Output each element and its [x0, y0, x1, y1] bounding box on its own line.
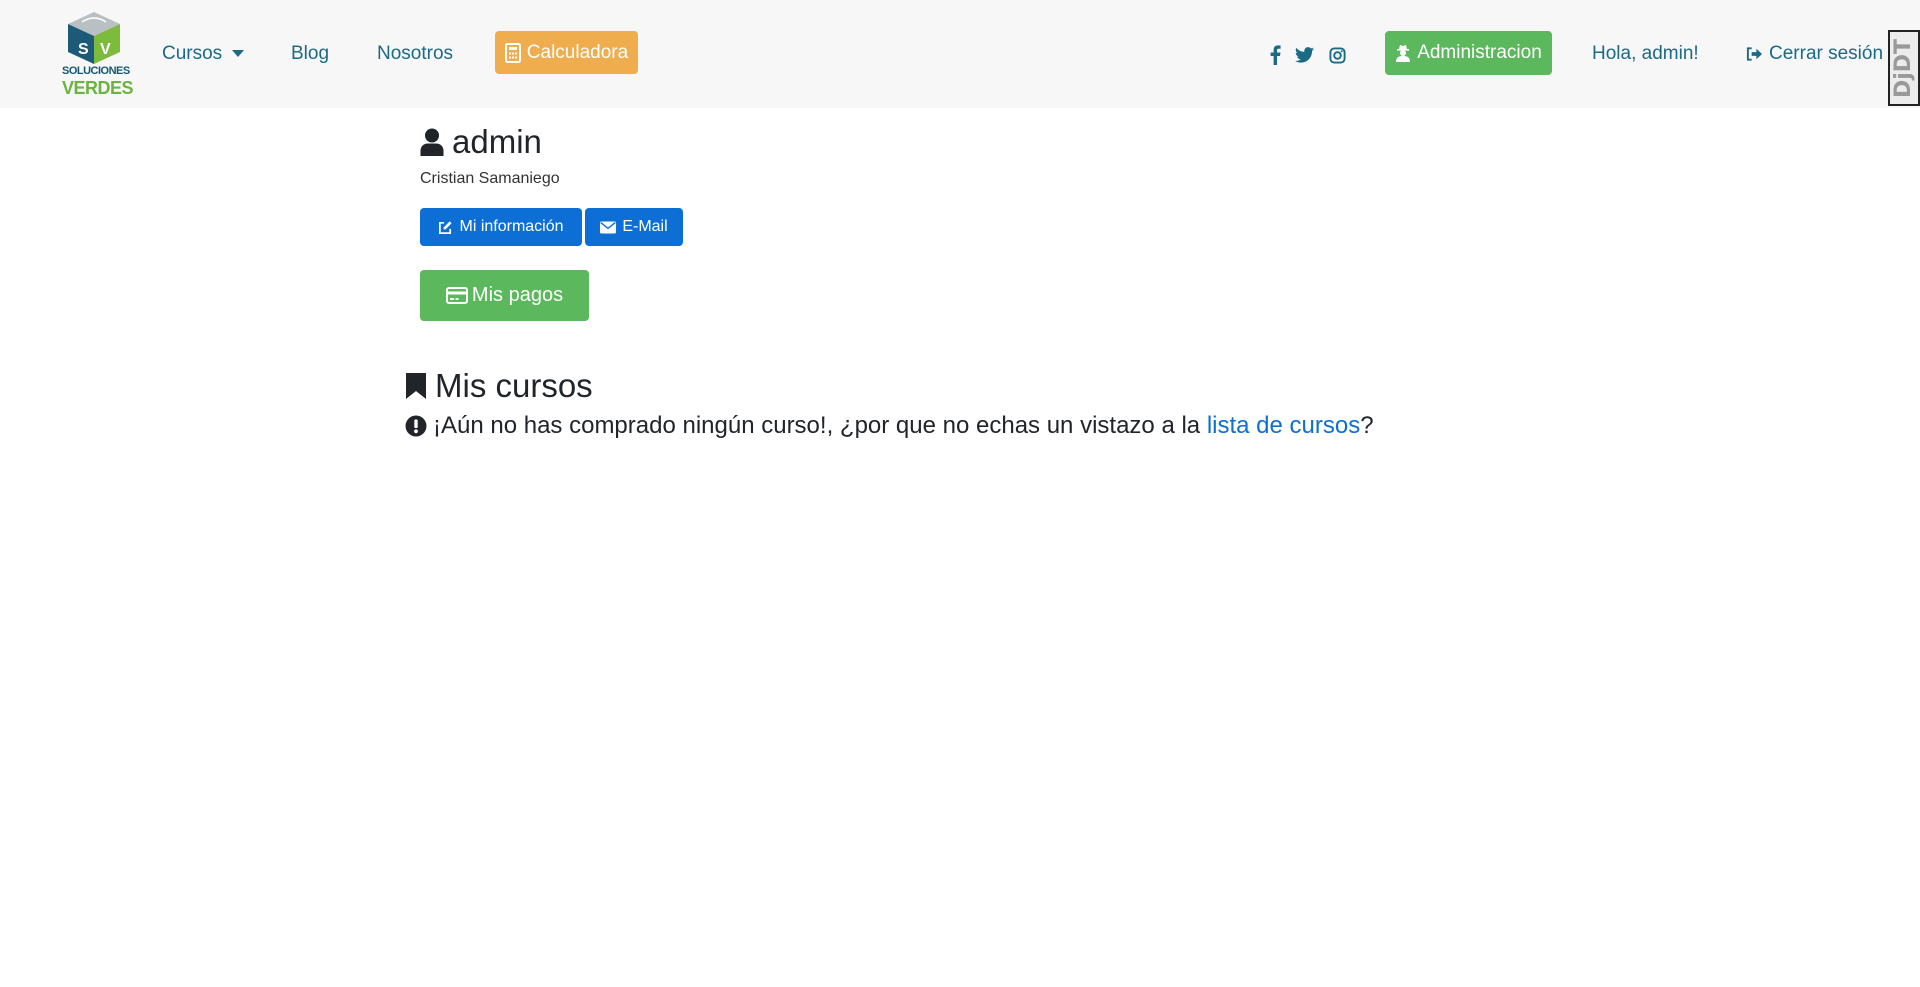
- empty-courses-notice: ¡Aún no has comprado ningún curso!, ¿por…: [405, 411, 1374, 441]
- my-courses-heading: Mis cursos: [405, 366, 593, 406]
- profile-heading: admin: [420, 122, 542, 162]
- exclamation-circle-icon: [405, 415, 427, 437]
- nav-courses-dropdown[interactable]: Cursos: [162, 42, 245, 66]
- my-payments-label: Mis pagos: [471, 284, 564, 306]
- user-icon: [420, 128, 444, 156]
- course-list-link[interactable]: lista de cursos: [1207, 411, 1360, 441]
- profile-full-name: Cristian Samaniego: [420, 170, 560, 187]
- svg-text:S: S: [78, 41, 89, 58]
- my-payments-button[interactable]: Mis pagos: [420, 270, 589, 321]
- nav-about-link[interactable]: Nosotros: [377, 42, 453, 66]
- logout-label: Cerrar sesión: [1769, 43, 1884, 64]
- my-info-label: Mi información: [459, 218, 564, 235]
- logout-link[interactable]: Cerrar sesión: [1746, 42, 1883, 66]
- email-button[interactable]: E-Mail: [585, 208, 683, 246]
- debug-toolbar-handle[interactable]: DjDT: [1888, 30, 1920, 106]
- calculator-label: Calculadora: [526, 41, 629, 63]
- facebook-link[interactable]: [1264, 44, 1286, 66]
- top-navbar: S V SOLUCIONES VERDES Cursos Blog Nosotr…: [0, 0, 1920, 108]
- nav-blog-link[interactable]: Blog: [291, 42, 329, 66]
- administration-button[interactable]: Administracion: [1385, 31, 1552, 75]
- envelope-icon: [600, 221, 617, 233]
- user-secret-icon: [1396, 45, 1411, 62]
- empty-courses-message: ¡Aún no has comprado ningún curso!, ¿por…: [433, 412, 1207, 439]
- nav-courses-label: Cursos: [162, 43, 223, 64]
- sign-out-icon: [1746, 47, 1763, 61]
- email-label: E-Mail: [622, 218, 668, 235]
- calculator-button[interactable]: Calculadora: [495, 31, 638, 74]
- instagram-link[interactable]: [1326, 44, 1348, 66]
- debug-toolbar-label: DjDT: [1891, 38, 1917, 98]
- logo-text-bottom: VERDES: [62, 78, 134, 98]
- profile-username: admin: [452, 123, 542, 160]
- caret-down-icon: [232, 50, 245, 58]
- bookmark-icon: [406, 373, 426, 399]
- calculator-icon: [504, 42, 521, 63]
- user-greeting-link[interactable]: Hola, admin!: [1592, 42, 1699, 66]
- cube-logo-icon: S V: [68, 12, 120, 64]
- my-courses-title: Mis cursos: [435, 367, 593, 404]
- twitter-icon: [1294, 47, 1314, 63]
- twitter-link[interactable]: [1293, 44, 1315, 66]
- instagram-icon: [1328, 46, 1346, 64]
- brand-logo[interactable]: S V SOLUCIONES VERDES: [62, 10, 134, 100]
- svg-text:V: V: [100, 41, 111, 58]
- edit-icon: [439, 220, 453, 234]
- administration-label: Administracion: [1417, 42, 1542, 63]
- my-info-button[interactable]: Mi información: [420, 208, 582, 246]
- notice-end-punctuation: ?: [1360, 412, 1374, 439]
- credit-card-icon: [445, 287, 468, 304]
- facebook-icon: [1270, 45, 1281, 65]
- logo-text-top: SOLUCIONES: [62, 65, 130, 77]
